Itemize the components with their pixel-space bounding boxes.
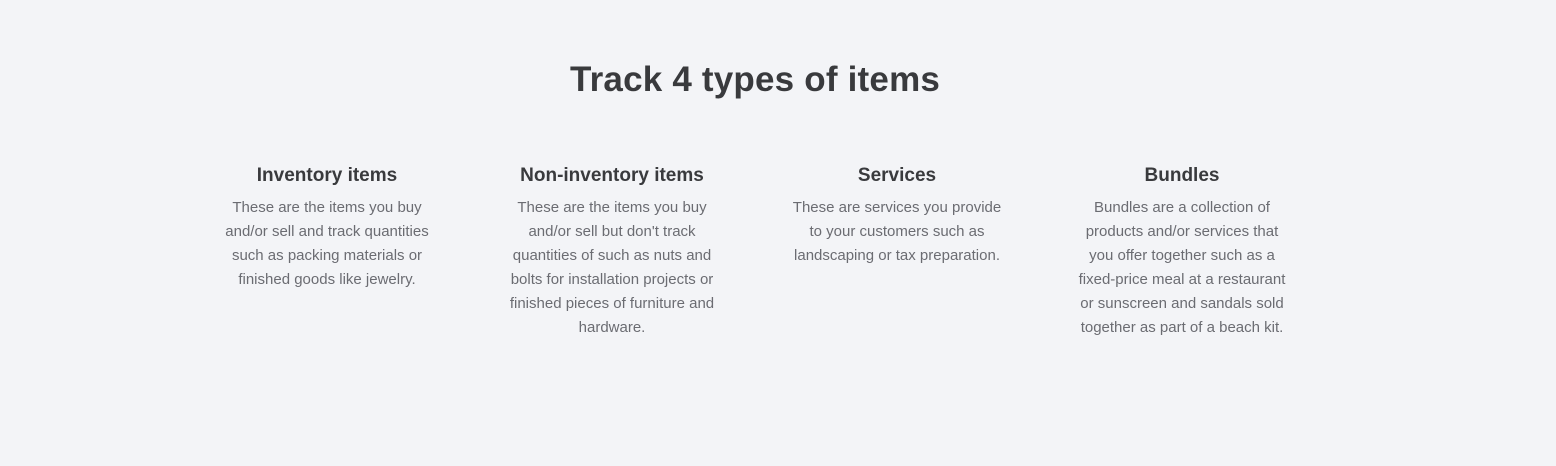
item-type-title: Services — [857, 165, 937, 186]
item-type-description: Bundles are a collection of products and… — [1078, 199, 1286, 336]
item-types-columns: Inventory items These are the items you … — [0, 162, 1556, 422]
item-type-inventory: Inventory items These are the items you … — [213, 162, 441, 292]
section-title: Track 4 types of items — [569, 60, 941, 99]
item-type-title: Non-inventory items — [520, 165, 704, 186]
item-type-description: These are the items you buy and/or sell … — [509, 199, 715, 336]
item-type-title: Bundles — [1144, 165, 1220, 186]
item-type-services: Services These are services you provide … — [783, 162, 1011, 268]
item-type-description: These are the items you buy and/or sell … — [225, 199, 429, 288]
item-type-title: Inventory items — [256, 165, 398, 186]
item-type-description: These are services you provide to your c… — [792, 199, 1002, 264]
item-types-section: Track 4 types of items Inventory items T… — [0, 0, 1556, 466]
item-type-bundles: Bundles Bundles are a collection of prod… — [1068, 162, 1296, 340]
item-type-non-inventory: Non-inventory items These are the items … — [498, 162, 726, 340]
